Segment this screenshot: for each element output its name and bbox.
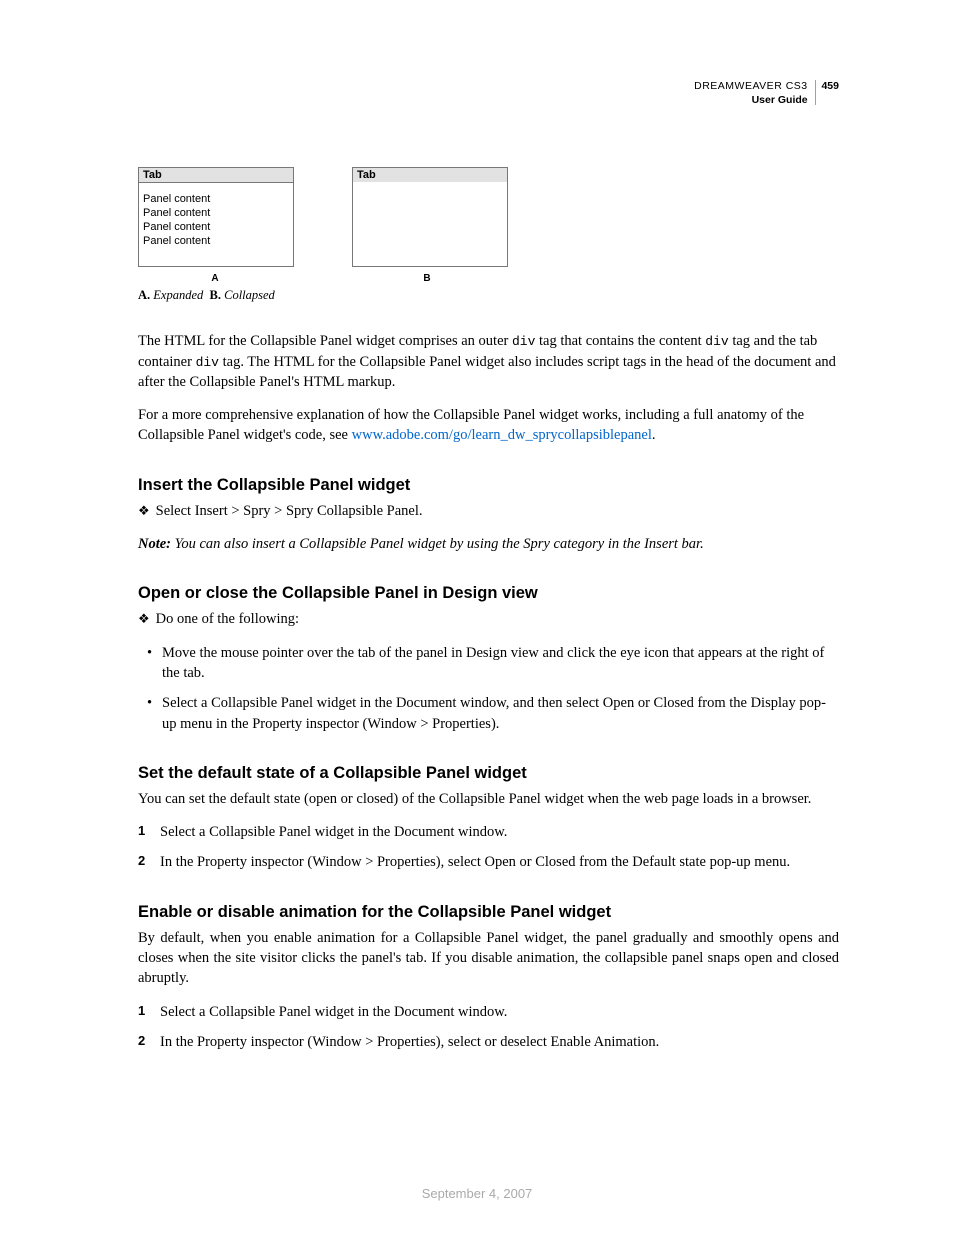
- panel-collapsed: Tab: [352, 167, 508, 267]
- heading-animation: Enable or disable animation for the Coll…: [138, 903, 839, 922]
- default-step-1: Select a Collapsible Panel widget in the…: [138, 822, 839, 842]
- panel-content-line: Panel content: [143, 221, 289, 235]
- heading-open-close: Open or close the Collapsible Panel in D…: [138, 584, 839, 603]
- panel-expanded: Tab Panel content Panel content Panel co…: [138, 167, 294, 267]
- heading-default-state: Set the default state of a Collapsible P…: [138, 764, 839, 783]
- guide-label: User Guide: [752, 94, 808, 106]
- intro-paragraph-2: For a more comprehensive explanation of …: [138, 405, 839, 446]
- panel-content-line: Panel content: [143, 235, 289, 249]
- page-number: 459: [821, 80, 839, 92]
- panel-tab-b: Tab: [353, 168, 507, 182]
- spry-docs-link[interactable]: www.adobe.com/go/learn_dw_sprycollapsibl…: [352, 427, 652, 443]
- insert-step: ❖Select Insert > Spry > Spry Collapsible…: [138, 501, 839, 521]
- figure-caption: A. Expanded B. Collapsed: [138, 288, 839, 303]
- heading-insert: Insert the Collapsible Panel widget: [138, 476, 839, 495]
- page-header: DREAMWEAVER CS3 User Guide 459: [138, 80, 839, 107]
- insert-note: Note: You can also insert a Collapsible …: [138, 534, 839, 554]
- panel-content-line: Panel content: [143, 207, 289, 221]
- open-bullet-1: Move the mouse pointer over the tab of t…: [152, 643, 839, 684]
- anim-lead: By default, when you enable animation fo…: [138, 928, 839, 989]
- figure-label-b: B: [350, 273, 504, 284]
- intro-paragraph-1: The HTML for the Collapsible Panel widge…: [138, 331, 839, 392]
- panel-tab-a: Tab: [139, 168, 293, 183]
- default-lead: You can set the default state (open or c…: [138, 789, 839, 809]
- figure-panels: Tab Panel content Panel content Panel co…: [138, 167, 839, 267]
- open-lead: ❖Do one of the following:: [138, 609, 839, 629]
- panel-content-line: Panel content: [143, 193, 289, 207]
- default-step-2: In the Property inspector (Window > Prop…: [138, 852, 839, 872]
- product-name: DREAMWEAVER CS3: [694, 80, 808, 92]
- figure-label-a: A: [138, 273, 292, 284]
- open-bullet-2: Select a Collapsible Panel widget in the…: [152, 693, 839, 734]
- footer-date: September 4, 2007: [0, 1186, 954, 1201]
- anim-step-2: In the Property inspector (Window > Prop…: [138, 1032, 839, 1052]
- anim-step-1: Select a Collapsible Panel widget in the…: [138, 1002, 839, 1022]
